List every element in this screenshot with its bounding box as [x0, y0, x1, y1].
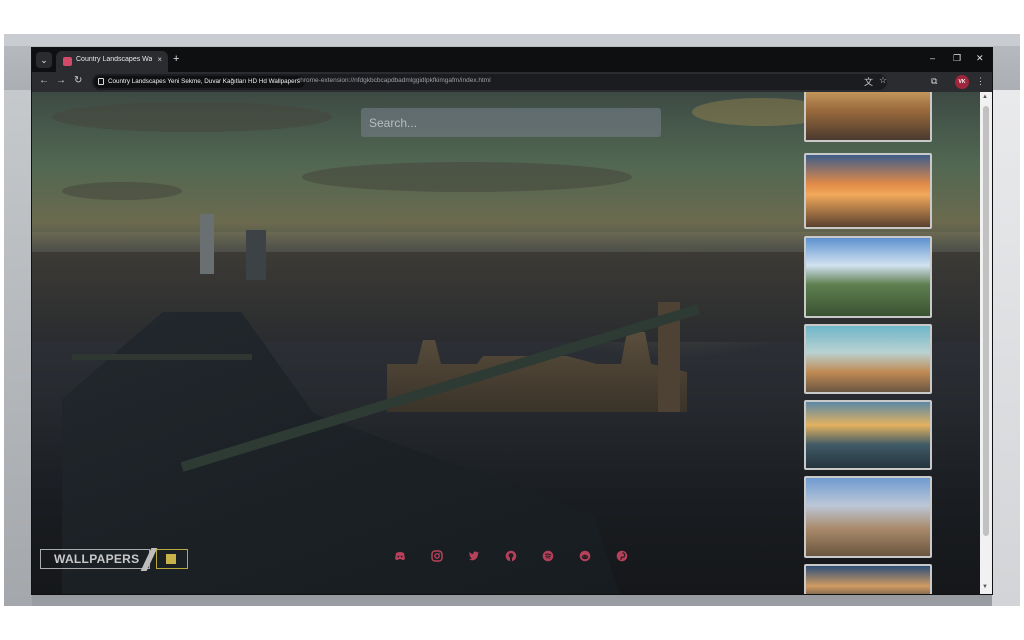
pinterest-icon[interactable]	[616, 550, 628, 562]
forward-button[interactable]: →	[56, 75, 66, 86]
active-tab[interactable]: Country Landscapes Wallpaper ×	[56, 51, 168, 72]
wallpaper-thumbnail[interactable]	[804, 236, 932, 318]
bookmark-star-icon[interactable]: ☆	[879, 75, 887, 86]
background-window-left	[4, 90, 32, 606]
minimize-button[interactable]: –	[930, 53, 935, 63]
site-chip-label: Country Landscapes Yeni Sekme, Duvar Kağ…	[108, 78, 300, 85]
background-window-titlebar	[4, 34, 1020, 46]
wallpapers-logo[interactable]: WALLPAPERS	[40, 548, 188, 571]
scroll-up-arrow-icon[interactable]: ▲	[982, 94, 988, 100]
scroll-down-arrow-icon[interactable]: ▼	[982, 584, 988, 590]
tab-title: Country Landscapes Wallpaper	[76, 56, 152, 63]
tab-search-button[interactable]: ⌄	[36, 52, 52, 68]
reload-button[interactable]: ↻	[74, 75, 82, 86]
scroll-thumb[interactable]	[983, 106, 989, 536]
twitter-icon[interactable]	[468, 550, 480, 562]
translate-icon[interactable]: 文	[864, 75, 873, 88]
back-button[interactable]: ←	[39, 75, 49, 86]
wallpaper-thumbnail[interactable]	[804, 153, 932, 229]
discord-icon[interactable]	[394, 550, 406, 562]
cloud	[302, 162, 632, 192]
search-input[interactable]	[361, 108, 661, 137]
wallpaper-thumbnail[interactable]	[804, 476, 932, 558]
skyscraper	[200, 214, 214, 274]
extensions-icon[interactable]: ⧉	[931, 76, 937, 87]
profile-avatar[interactable]: VK	[955, 75, 969, 89]
wallpaper-thumbnail[interactable]	[804, 92, 932, 142]
wallpaper-gallery	[804, 92, 932, 594]
page-scrollbar[interactable]: ▲ ▼	[980, 92, 992, 594]
spotify-icon[interactable]	[542, 550, 554, 562]
favicon-icon	[63, 57, 72, 66]
tab-bar: ⌄ Country Landscapes Wallpaper × + – ❐ ✕	[32, 48, 992, 72]
extension-page-icon	[98, 78, 104, 85]
close-window-button[interactable]: ✕	[976, 53, 984, 64]
url-text: chrome-extension://nfdgkbcbcapdbadmlggid…	[297, 77, 491, 84]
logo-text: WALLPAPERS	[54, 552, 140, 566]
browser-toolbar: ← → ↻ Country Landscapes Yeni Sekme, Duv…	[32, 72, 992, 92]
wallpaper-thumbnail[interactable]	[804, 564, 932, 594]
browser-menu-icon[interactable]: ⋮	[976, 76, 985, 87]
cloud	[62, 182, 182, 200]
skyscraper	[246, 230, 266, 280]
tab-close-icon[interactable]: ×	[157, 55, 162, 64]
site-info-chip[interactable]: Country Landscapes Yeni Sekme, Duvar Kağ…	[94, 76, 305, 88]
browser-window: ⌄ Country Landscapes Wallpaper × + – ❐ ✕…	[32, 48, 992, 594]
github-icon[interactable]	[505, 550, 517, 562]
new-tab-button[interactable]: +	[173, 52, 179, 66]
background-window-right	[992, 90, 1020, 606]
wallpaper-thumbnail[interactable]	[804, 400, 932, 470]
cloud	[52, 102, 332, 132]
address-bar[interactable]: Country Landscapes Yeni Sekme, Duvar Kağ…	[92, 74, 887, 90]
logo-accent-icon	[166, 554, 176, 564]
wallpaper-thumbnail[interactable]	[804, 324, 932, 394]
wallpaper-page: WALLPAPERS	[32, 92, 980, 594]
instagram-icon[interactable]	[431, 550, 443, 562]
parliament-building	[387, 332, 687, 412]
distant-bridge	[72, 354, 252, 360]
restore-button[interactable]: ❐	[953, 53, 961, 64]
reddit-icon[interactable]	[579, 550, 591, 562]
